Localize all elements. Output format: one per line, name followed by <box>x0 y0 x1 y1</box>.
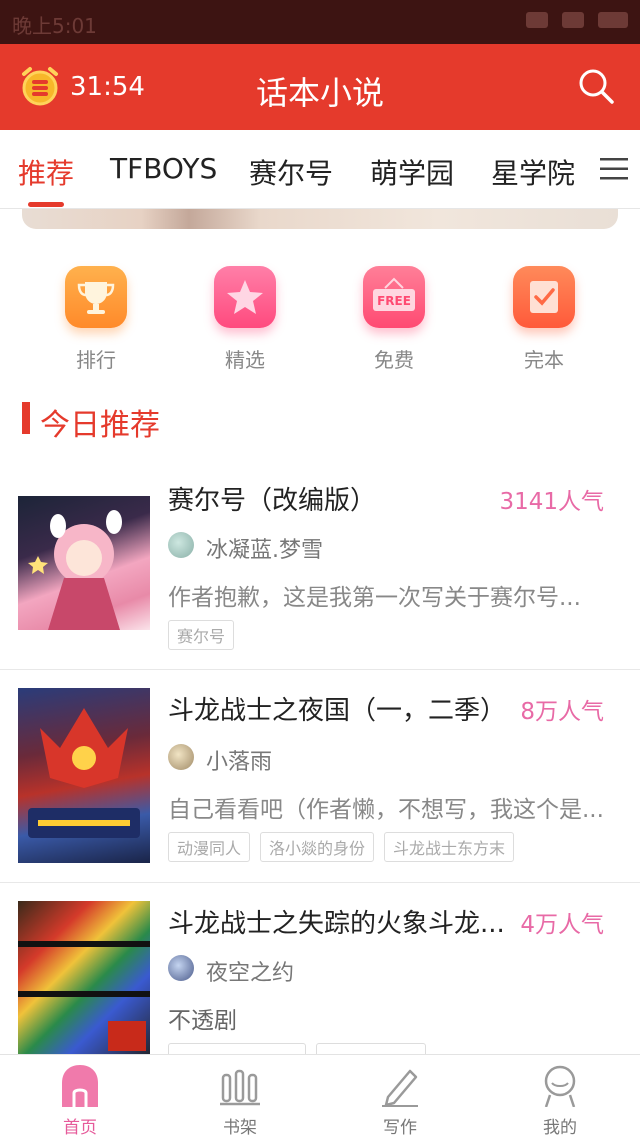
tab-active-indicator <box>28 202 64 207</box>
book-cover[interactable] <box>18 496 150 630</box>
book-tag[interactable]: 洛小燚的身份 <box>260 832 375 862</box>
profile-icon <box>544 1065 576 1107</box>
book-tag[interactable] <box>168 1043 306 1054</box>
checklist-icon[interactable] <box>513 266 575 328</box>
search-icon[interactable] <box>576 66 616 106</box>
free-sign-text: FREE <box>377 294 411 308</box>
category-label-finished[interactable]: 完本 <box>484 344 604 373</box>
category-label-ranking[interactable]: 排行 <box>36 344 156 373</box>
author-avatar[interactable] <box>168 532 194 558</box>
menu-icon[interactable] <box>600 158 628 180</box>
book-item[interactable]: 斗龙战士之夜国（一，二季） 8万人气 小落雨 自己看看吧（作者懒，不想写，我这个… <box>0 670 640 882</box>
home-icon <box>62 1065 98 1107</box>
book-tag[interactable]: 动漫同人 <box>168 832 251 862</box>
book-tags <box>168 1043 426 1054</box>
book-item[interactable]: 赛尔号（改编版） 3141人气 冰凝蓝.梦雪 作者抱歉，这是我第一次写关于赛尔号… <box>0 470 640 670</box>
nav-home[interactable]: 首页 <box>0 1055 160 1139</box>
book-title[interactable]: 赛尔号（改编版） <box>168 480 376 517</box>
nav-bookshelf[interactable]: 书架 <box>160 1055 320 1139</box>
book-title[interactable]: 斗龙战士之夜国（一，二季） <box>168 690 506 727</box>
book-description: 不透剧 <box>168 1008 237 1034</box>
section-title: 今日推荐 <box>40 408 160 443</box>
category-label-free[interactable]: 免费 <box>334 344 454 373</box>
app-title: 话本小说 <box>255 74 384 112</box>
book-tags: 动漫同人 洛小燚的身份 斗龙战士东方末 <box>168 832 515 862</box>
battery-icon <box>598 12 628 28</box>
tab-recommend[interactable]: 推荐 <box>18 152 74 192</box>
book-tag[interactable]: 斗龙战士东方末 <box>384 832 515 862</box>
tab-tfboys[interactable]: TFBOYS <box>110 152 217 185</box>
book-item[interactable]: 斗龙战士之失踪的火象斗龙... 4万人气 夜空之约 不透剧 <box>0 883 640 1054</box>
app-header: 31:54 话本小说 <box>0 44 640 130</box>
book-cover[interactable] <box>18 688 150 863</box>
book-tag[interactable]: 赛尔号 <box>168 620 235 650</box>
section-marker <box>22 402 30 434</box>
author-avatar[interactable] <box>168 744 194 770</box>
book-popularity: 8万人气 <box>520 699 604 725</box>
nav-label: 写作 <box>383 1118 417 1138</box>
book-tags: 赛尔号 <box>168 620 235 650</box>
book-title[interactable]: 斗龙战士之失踪的火象斗龙... <box>168 903 505 940</box>
nav-label: 书架 <box>223 1118 257 1138</box>
status-icons <box>526 12 628 28</box>
category-label-selected[interactable]: 精选 <box>185 344 305 373</box>
status-bar: 晚上5:01 <box>0 0 640 44</box>
category-tabs: 推荐 TFBOYS 赛尔号 萌学园 星学院 <box>0 130 640 209</box>
tab-mengxueyuan[interactable]: 萌学园 <box>370 152 454 192</box>
book-author[interactable]: 小落雨 <box>206 744 272 776</box>
free-sign-icon[interactable]: FREE <box>363 266 425 328</box>
bottom-nav: 首页 书架 写作 我的 <box>0 1054 640 1139</box>
nav-write[interactable]: 写作 <box>320 1055 480 1139</box>
book-cover[interactable] <box>18 901 150 1054</box>
nav-label: 我的 <box>543 1118 577 1138</box>
book-tag[interactable] <box>316 1043 426 1054</box>
banner-image[interactable] <box>22 209 618 229</box>
bookshelf-icon <box>220 1069 260 1106</box>
star-icon[interactable] <box>214 266 276 328</box>
pencil-icon <box>382 1069 418 1107</box>
nav-profile[interactable]: 我的 <box>480 1055 640 1139</box>
signal-icon <box>526 12 548 28</box>
wifi-icon <box>562 12 584 28</box>
book-popularity: 3141人气 <box>499 489 604 515</box>
nav-label: 首页 <box>63 1118 97 1138</box>
trophy-icon[interactable] <box>65 266 127 328</box>
book-author[interactable]: 夜空之约 <box>206 955 294 987</box>
book-popularity: 4万人气 <box>520 912 604 938</box>
book-description: 自己看看吧（作者懒，不想写，我这个是... <box>168 797 604 823</box>
status-time: 晚上5:01 <box>12 14 97 38</box>
tab-seer[interactable]: 赛尔号 <box>249 152 333 192</box>
book-author[interactable]: 冰凝蓝.梦雪 <box>206 532 323 564</box>
book-description: 作者抱歉，这是我第一次写关于赛尔号... <box>168 585 581 611</box>
tab-xingxueyuan[interactable]: 星学院 <box>491 152 575 192</box>
author-avatar[interactable] <box>168 955 194 981</box>
